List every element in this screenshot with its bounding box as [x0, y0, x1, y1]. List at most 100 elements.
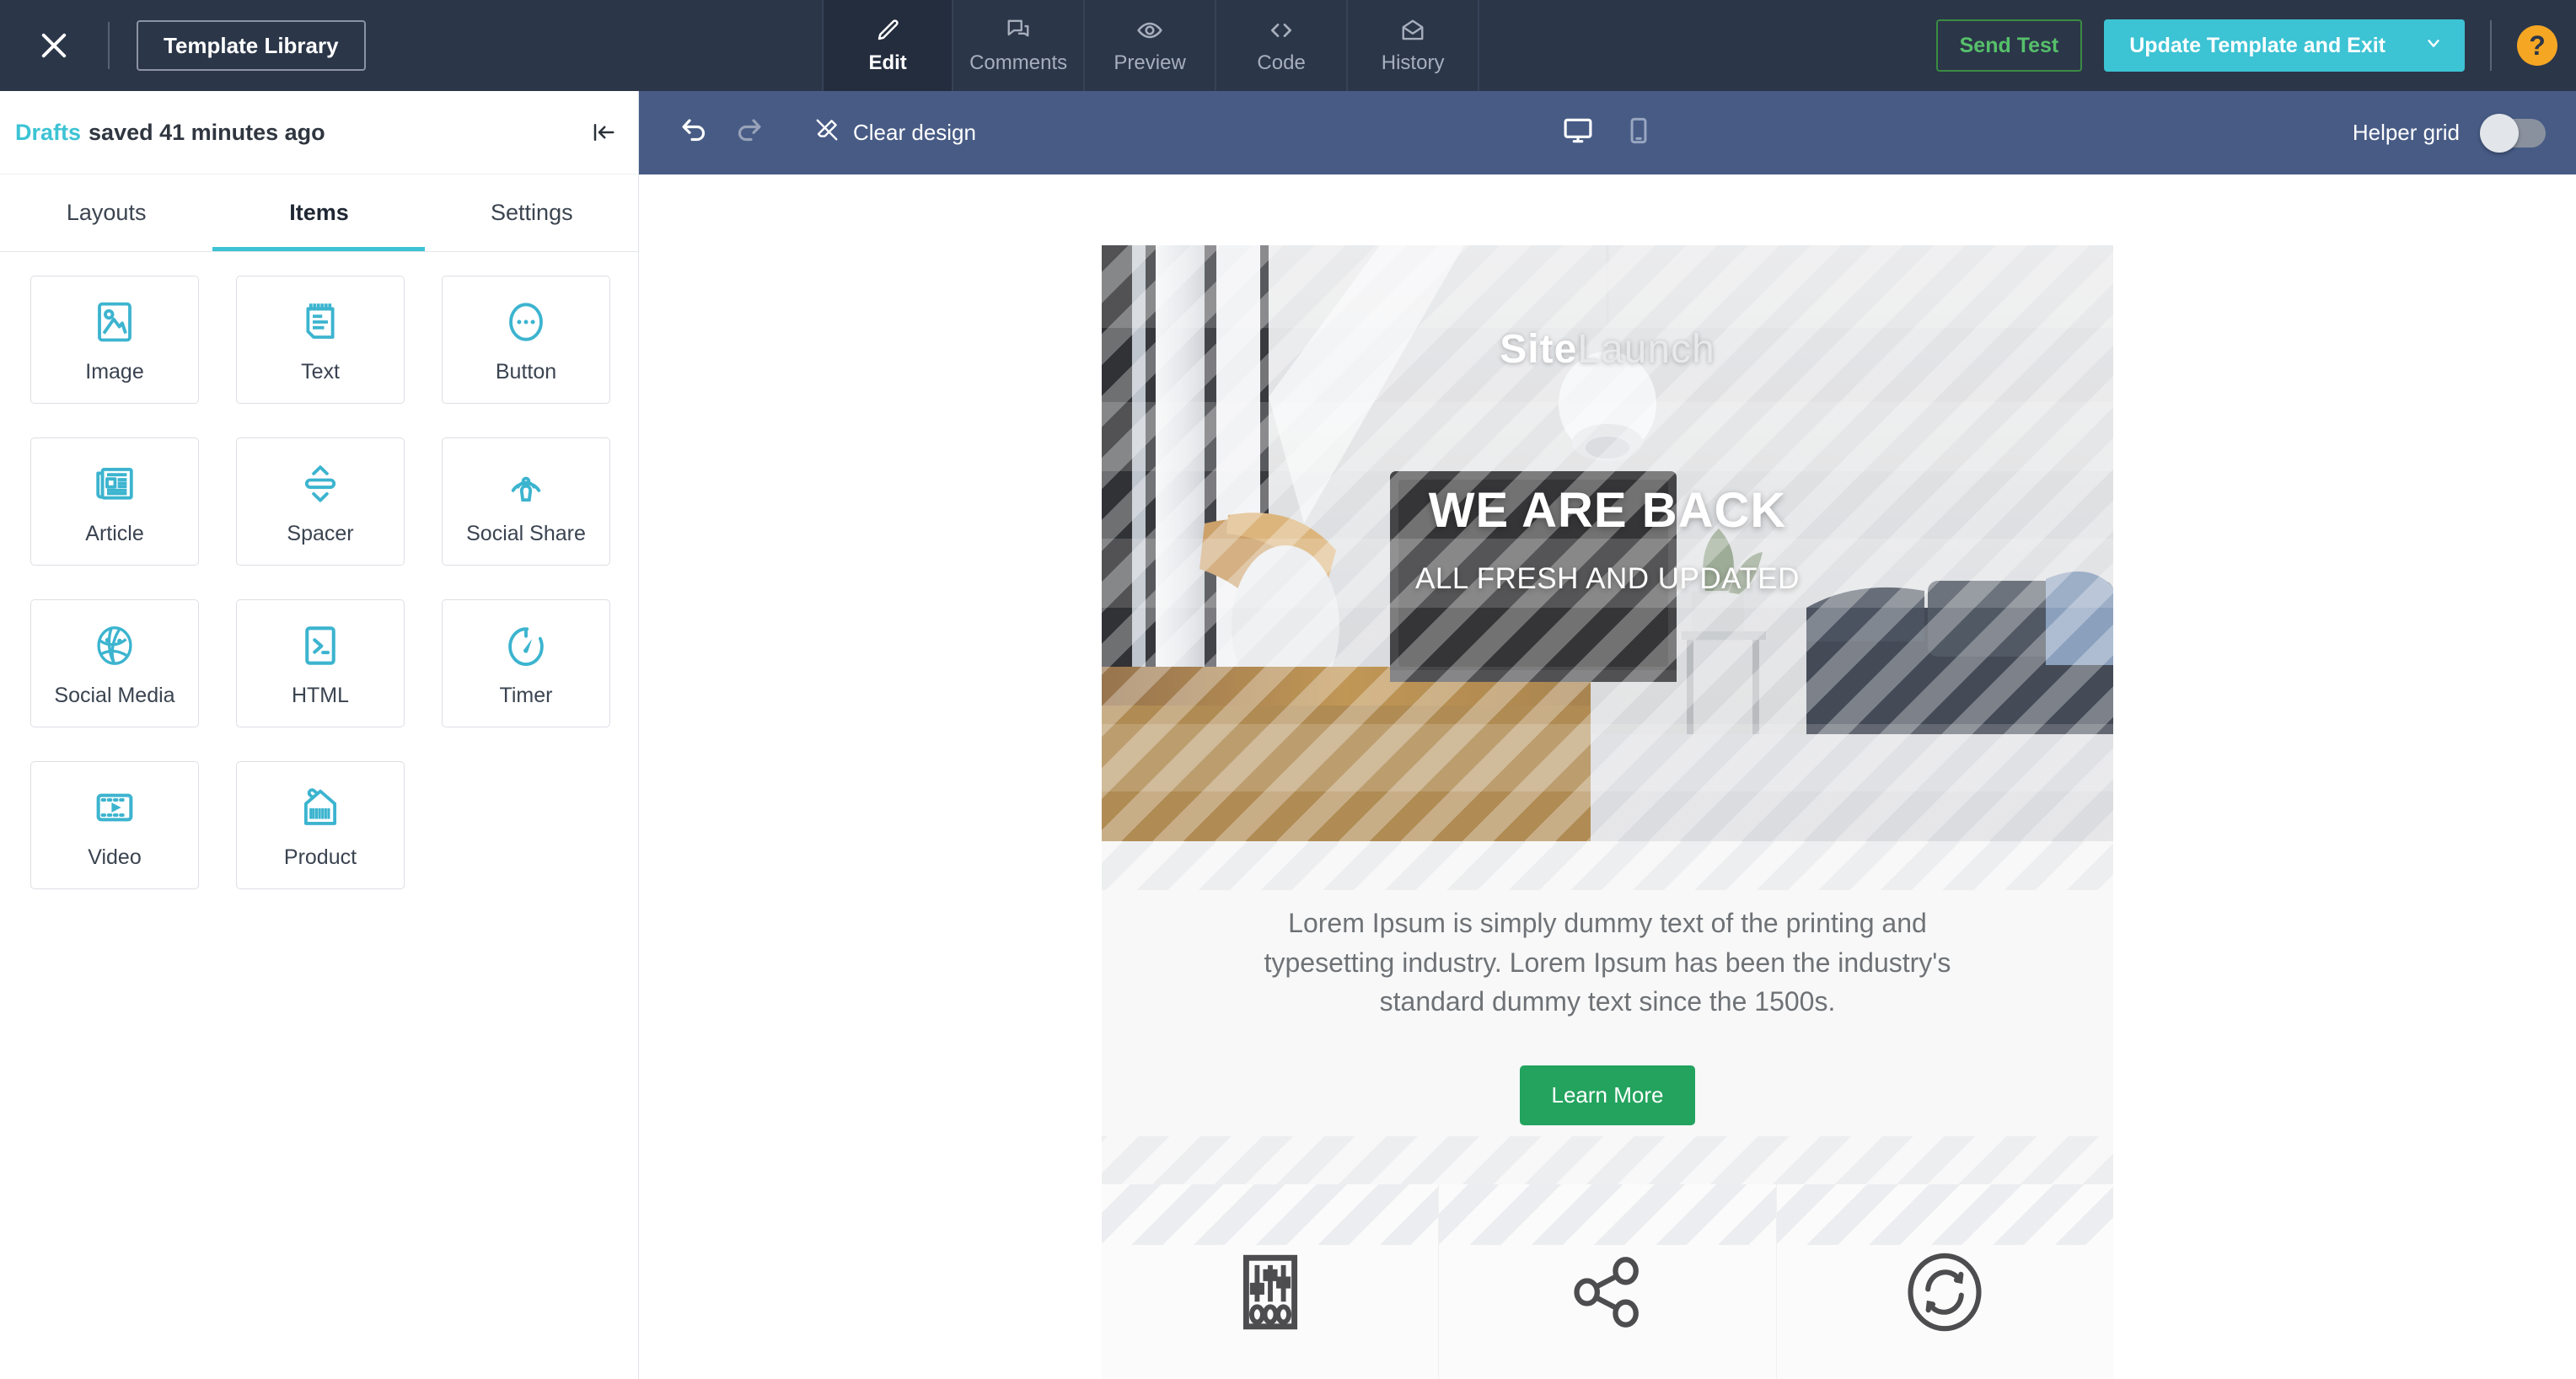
collapse-sidebar-button[interactable] — [591, 120, 616, 145]
saved-timestamp: saved 41 minutes ago — [89, 119, 325, 145]
feature-icons-row — [1102, 1184, 2113, 1379]
comment-icon — [1006, 16, 1031, 45]
hero-block[interactable]: SiteLaunch WE ARE BACK ALL FRESH AND UPD… — [1102, 245, 2113, 841]
item-card-video[interactable]: Video — [30, 761, 199, 889]
item-card-spacer[interactable]: Spacer — [236, 437, 405, 566]
item-label-button: Button — [495, 359, 557, 384]
item-label-html: HTML — [291, 683, 350, 707]
tab-comments[interactable]: Comments — [953, 0, 1086, 91]
pencil-icon — [875, 16, 900, 45]
item-card-button[interactable]: Button — [442, 276, 610, 404]
hero-text-overlay: SiteLaunch WE ARE BACK ALL FRESH AND UPD… — [1102, 245, 2113, 841]
send-test-button[interactable]: Send Test — [1935, 19, 2083, 72]
close-x-icon — [36, 28, 72, 63]
broadcast-share-icon — [503, 458, 549, 510]
sidebar-tab-items[interactable]: Items — [212, 174, 425, 251]
sidebar-tab-settings[interactable]: Settings — [426, 174, 638, 251]
actions-divider — [2490, 20, 2493, 71]
tab-code-label: Code — [1257, 51, 1306, 74]
tab-code[interactable]: Code — [1216, 0, 1349, 91]
update-template-label: Update Template and Exit — [2129, 33, 2386, 57]
item-card-image[interactable]: Image — [30, 276, 199, 404]
sidebar-tab-layouts[interactable]: Layouts — [0, 174, 212, 251]
feature-column-1[interactable] — [1102, 1184, 1440, 1379]
learn-more-button[interactable]: Learn More — [1519, 1065, 1696, 1126]
device-preview-switch — [1544, 115, 1671, 151]
item-label-social-share: Social Share — [466, 521, 586, 545]
send-test-label: Send Test — [1959, 33, 2059, 57]
template-library-button[interactable]: Template Library — [137, 20, 366, 71]
desktop-monitor-icon — [1562, 115, 1594, 151]
editor-toolbar: Clear design Helper grid — [639, 91, 2576, 174]
top-bar: Template Library Edit Comments Preview C… — [0, 0, 2576, 91]
toggle-knob — [2480, 113, 2519, 153]
item-card-timer[interactable]: Timer — [442, 599, 610, 727]
tab-preview-label: Preview — [1114, 51, 1186, 74]
question-mark-icon: ? — [2529, 30, 2546, 61]
helper-grid-label: Helper grid — [2352, 120, 2460, 145]
film-play-icon — [92, 781, 137, 834]
draft-label: Drafts — [15, 119, 82, 145]
item-card-text[interactable]: Text — [236, 276, 405, 404]
image-icon — [92, 296, 137, 348]
item-card-social-media[interactable]: Social Media — [30, 599, 199, 727]
brand-logo: SiteLaunch — [1500, 326, 1715, 373]
desktop-view-button[interactable] — [1562, 115, 1594, 151]
help-button[interactable]: ? — [2517, 25, 2558, 66]
stopwatch-icon — [503, 620, 549, 672]
button-dots-icon — [503, 296, 549, 348]
code-icon — [1268, 16, 1295, 45]
undo-button[interactable] — [668, 106, 722, 160]
items-palette: Image Text Button Article Spacer Social … — [0, 252, 639, 889]
globe-network-icon — [92, 620, 137, 672]
close-editor-button[interactable] — [0, 0, 108, 91]
helper-grid-toggle[interactable] — [2480, 113, 2546, 153]
item-label-social-media: Social Media — [54, 683, 175, 707]
item-card-article[interactable]: Article — [30, 437, 199, 566]
refresh-sync-icon — [1899, 1247, 1990, 1342]
email-canvas: SiteLaunch WE ARE BACK ALL FRESH AND UPD… — [639, 174, 2576, 1379]
terminal-code-icon — [298, 620, 343, 672]
newspaper-icon — [92, 458, 137, 510]
helper-grid-control: Helper grid — [2352, 113, 2576, 153]
feature-column-2[interactable] — [1439, 1184, 1777, 1379]
item-card-social-share[interactable]: Social Share — [442, 437, 610, 566]
template-library-label: Template Library — [164, 32, 339, 58]
tab-preview[interactable]: Preview — [1085, 0, 1217, 91]
redo-arrow-icon — [733, 115, 764, 150]
logo-bold-part: Site — [1500, 327, 1578, 372]
redo-button[interactable] — [722, 106, 775, 160]
text-block[interactable]: Lorem Ipsum is simply dummy text of the … — [1102, 841, 2113, 1185]
sidebar-tab-items-label: Items — [289, 200, 349, 225]
envelope-icon — [1400, 16, 1425, 45]
sidebar-tab-settings-label: Settings — [491, 200, 573, 225]
clear-design-button[interactable]: Clear design — [814, 117, 976, 148]
tab-edit[interactable]: Edit — [822, 0, 954, 91]
eraser-slash-icon — [814, 117, 840, 148]
item-card-product[interactable]: Product — [236, 761, 405, 889]
item-label-spacer: Spacer — [287, 521, 354, 545]
clear-design-label: Clear design — [853, 120, 976, 145]
email-template: SiteLaunch WE ARE BACK ALL FRESH AND UPD… — [1102, 245, 2113, 1379]
share-nodes-icon — [1562, 1247, 1653, 1342]
eye-icon — [1136, 16, 1163, 45]
toolbar-divider — [108, 22, 110, 69]
item-card-html[interactable]: HTML — [236, 599, 405, 727]
update-template-and-exit-button[interactable]: Update Template and Exit — [2104, 19, 2466, 72]
draft-status-bar: Drafts saved 41 minutes ago — [0, 91, 638, 174]
item-label-article: Article — [85, 521, 144, 545]
spacer-arrows-icon — [298, 458, 343, 510]
mobile-view-button[interactable] — [1624, 116, 1653, 149]
feature-column-3[interactable] — [1776, 1184, 2113, 1379]
item-label-product: Product — [283, 845, 357, 869]
hero-headline: WE ARE BACK — [1428, 483, 1787, 538]
tab-history-label: History — [1381, 51, 1445, 74]
price-tag-barcode-icon — [298, 781, 343, 834]
hero-subheadline: ALL FRESH AND UPDATED — [1415, 562, 1800, 595]
item-label-text: Text — [301, 359, 340, 384]
item-label-timer: Timer — [499, 683, 553, 707]
tab-history[interactable]: History — [1348, 0, 1480, 91]
chevron-down-icon[interactable] — [2424, 34, 2443, 58]
left-sidebar: Drafts saved 41 minutes ago Layouts Item… — [0, 91, 639, 1379]
mobile-phone-icon — [1624, 116, 1653, 149]
